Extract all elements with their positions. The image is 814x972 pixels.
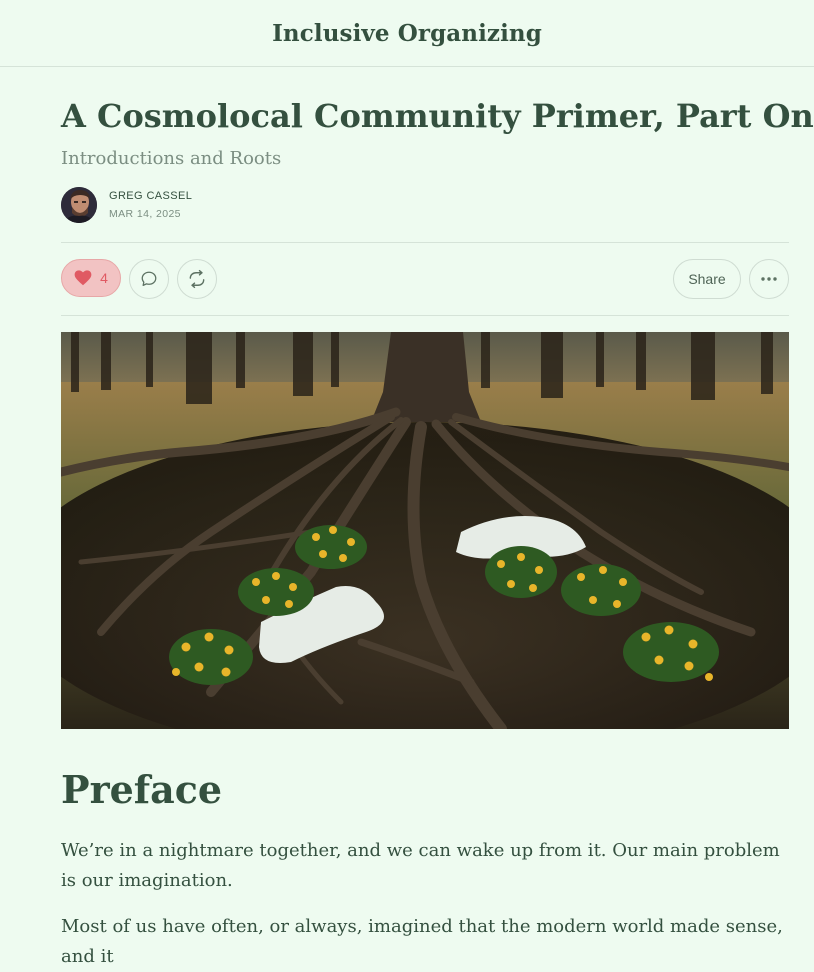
author-avatar-image bbox=[61, 187, 97, 223]
like-count: 4 bbox=[100, 270, 108, 286]
more-options-button[interactable] bbox=[749, 259, 789, 299]
section-heading: Preface bbox=[61, 767, 223, 812]
restack-icon bbox=[189, 269, 205, 289]
body-paragraph: We’re in a nightmare together, and we ca… bbox=[61, 840, 780, 891]
share-button[interactable]: Share bbox=[673, 259, 741, 299]
post-title: A Cosmolocal Community Primer, Part One bbox=[61, 97, 814, 135]
post-actions-secondary: Share bbox=[673, 259, 789, 299]
hero-image[interactable] bbox=[61, 332, 789, 729]
like-button[interactable]: 4 bbox=[61, 259, 121, 297]
post-subtitle: Introductions and Roots bbox=[61, 148, 282, 169]
more-icon bbox=[761, 277, 777, 281]
body-paragraph: Most of us have often, or always, imagin… bbox=[61, 916, 783, 967]
heart-icon bbox=[74, 270, 92, 286]
publication-title[interactable]: Inclusive Organizing bbox=[272, 20, 542, 47]
comment-button[interactable] bbox=[129, 259, 169, 299]
byline: GREG CASSEL MAR 14, 2025 bbox=[61, 187, 192, 223]
comment-icon bbox=[141, 271, 157, 287]
post-date: MAR 14, 2025 bbox=[109, 208, 181, 220]
tree-roots-illustration bbox=[61, 332, 789, 729]
divider bbox=[61, 315, 789, 316]
avatar[interactable] bbox=[61, 187, 97, 223]
byline-meta: GREG CASSEL MAR 14, 2025 bbox=[109, 188, 192, 222]
restack-button[interactable] bbox=[177, 259, 217, 299]
publication-header: Inclusive Organizing bbox=[0, 0, 814, 67]
author-name[interactable]: GREG CASSEL bbox=[109, 188, 192, 204]
post-actions: 4 bbox=[61, 259, 217, 299]
divider bbox=[61, 242, 789, 243]
